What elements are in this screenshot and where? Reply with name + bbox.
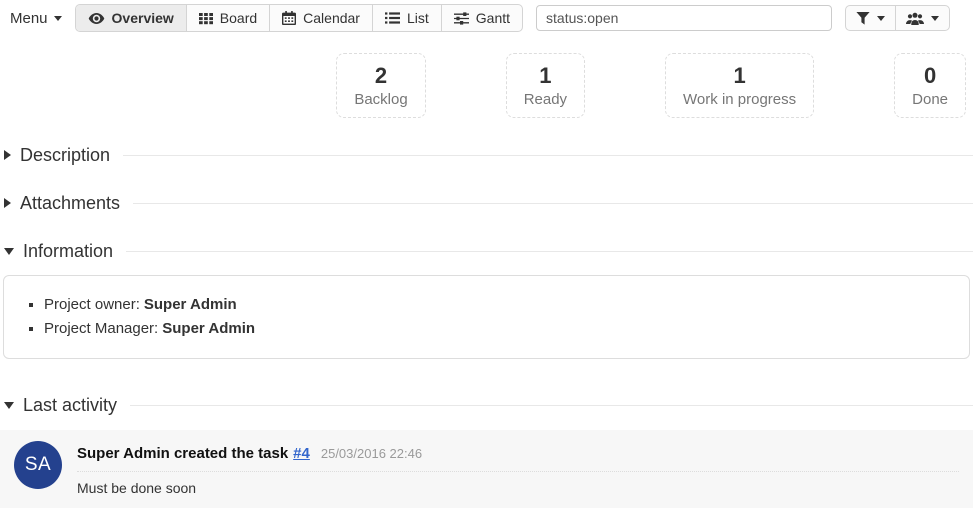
toolbar: Menu Overview Board Calendar [0, 0, 973, 32]
stat-label: Backlog [354, 91, 407, 108]
menu-label: Menu [10, 10, 48, 27]
section-header-attachments[interactable]: Attachments [4, 193, 973, 214]
stat-count: 2 [354, 62, 407, 90]
tab-overview[interactable]: Overview [76, 5, 186, 31]
column-stats: 2 Backlog 1 Ready 1 Work in progress 0 D… [0, 53, 973, 118]
section-divider [126, 251, 973, 252]
activity-comment: Must be done soon [77, 480, 959, 496]
section-header-information[interactable]: Information [4, 241, 973, 262]
filter-buttons [845, 5, 950, 31]
eye-icon [88, 12, 105, 25]
filter-icon [856, 11, 870, 25]
info-value: Super Admin [144, 296, 237, 313]
activity-content: Super Admin created the task #4 25/03/2016… [77, 441, 959, 496]
tab-label: Overview [112, 10, 174, 26]
tab-calendar[interactable]: Calendar [269, 5, 372, 31]
info-label: Project Manager: [44, 320, 158, 337]
info-label: Project owner: [44, 296, 140, 313]
information-list: Project owner:Super Admin Project Manage… [4, 293, 969, 341]
section-divider [133, 203, 973, 204]
project-overview-page: Menu Overview Board Calendar [0, 0, 973, 508]
section-header-last-activity[interactable]: Last activity [4, 395, 973, 416]
section-title: Description [20, 145, 110, 166]
avatar: SA [14, 441, 62, 489]
tab-list[interactable]: List [372, 5, 441, 31]
search-input[interactable] [536, 5, 832, 31]
users-icon [906, 12, 924, 25]
information-panel: Project owner:Super Admin Project Manage… [3, 275, 970, 359]
chevron-down-icon [931, 16, 939, 21]
triangle-right-icon [4, 198, 11, 208]
task-link[interactable]: #4 [293, 445, 310, 462]
activity-event: SA Super Admin created the task #4 25/03/2… [0, 430, 973, 508]
list-icon [385, 12, 400, 24]
stat-count: 1 [683, 62, 796, 90]
section-header-description[interactable]: Description [4, 145, 973, 166]
triangle-right-icon [4, 150, 11, 160]
activity-title: Super Admin created the task #4 25/03/2016… [77, 445, 959, 472]
users-filter-dropdown[interactable] [895, 6, 949, 30]
tab-gantt[interactable]: Gantt [441, 5, 522, 31]
stat-label: Ready [524, 91, 567, 108]
activity-author-action: Super Admin created the task [77, 445, 288, 462]
triangle-down-icon [4, 248, 14, 255]
filter-dropdown[interactable] [846, 6, 895, 30]
section-divider [130, 405, 973, 406]
list-item: Project Manager:Super Admin [44, 317, 969, 341]
tab-label: Board [220, 10, 257, 26]
stat-count: 1 [524, 62, 567, 90]
info-value: Super Admin [162, 320, 255, 337]
tab-label: Gantt [476, 10, 510, 26]
stat-box-done: 0 Done [894, 53, 966, 118]
menu-dropdown[interactable]: Menu [10, 10, 62, 27]
list-item: Project owner:Super Admin [44, 293, 969, 317]
section-title: Attachments [20, 193, 120, 214]
tab-label: List [407, 10, 429, 26]
stat-box-work-in-progress: 1 Work in progress [665, 53, 814, 118]
stat-box-backlog: 2 Backlog [336, 53, 425, 118]
chevron-down-icon [54, 16, 62, 21]
stat-box-ready: 1 Ready [506, 53, 585, 118]
section-title: Last activity [23, 395, 117, 416]
stat-label: Done [912, 91, 948, 108]
timestamp: 25/03/2016 22:46 [321, 446, 422, 461]
stat-count: 0 [912, 62, 948, 90]
section-title: Information [23, 241, 113, 262]
chevron-down-icon [877, 16, 885, 21]
sliders-icon [454, 12, 469, 25]
view-switcher: Overview Board Calendar List [75, 4, 524, 32]
section-divider [123, 155, 973, 156]
calendar-icon [282, 11, 296, 25]
tab-label: Calendar [303, 10, 360, 26]
stat-label: Work in progress [683, 91, 796, 108]
triangle-down-icon [4, 402, 14, 409]
grid-icon [199, 12, 213, 25]
tab-board[interactable]: Board [186, 5, 269, 31]
